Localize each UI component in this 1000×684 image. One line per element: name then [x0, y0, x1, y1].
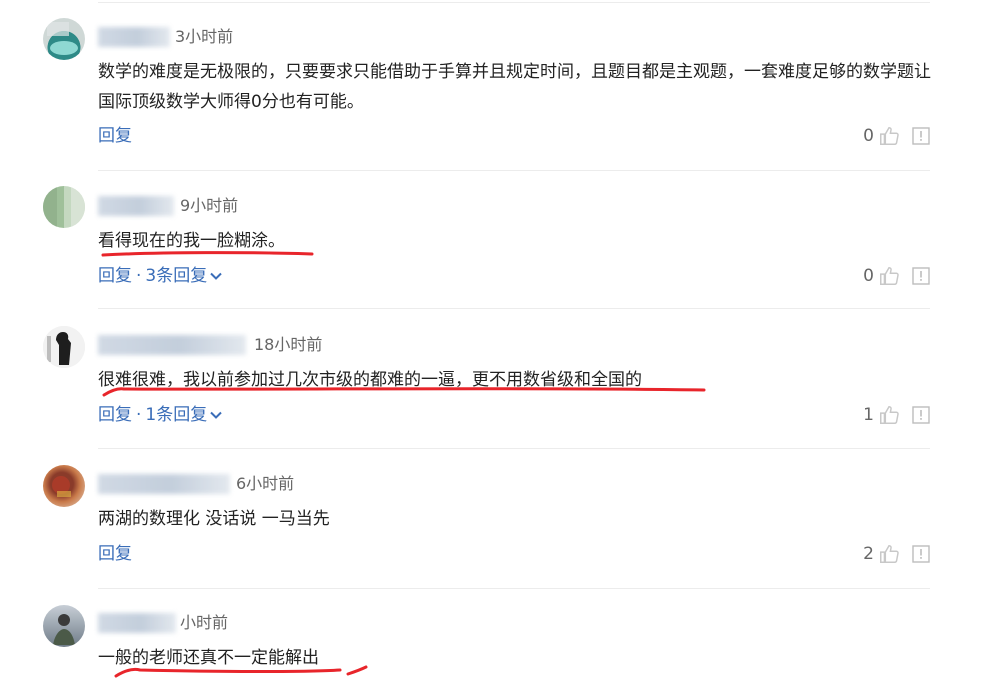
thumbs-up-icon[interactable] — [878, 125, 900, 147]
like-count: 2 — [863, 544, 874, 564]
comment-text: 数学的难度是无极限的，只要要求只能借助于手算并且规定时间，且题目都是主观题，一套… — [98, 62, 931, 112]
reply-row: 回复 — [98, 542, 132, 566]
avatar-image — [47, 22, 78, 55]
comment-divider — [98, 448, 930, 449]
avatar-image — [53, 614, 75, 645]
avatar-image — [52, 476, 71, 497]
report-icon[interactable] — [912, 267, 930, 285]
report-icon[interactable] — [912, 127, 930, 145]
username-blurred[interactable] — [98, 474, 230, 494]
thumbs-up-icon[interactable] — [878, 265, 900, 287]
comment-time: 9小时前 — [180, 196, 239, 215]
comment-text: 很难很难，我以前参加过几次市级的都难的一逼，更不用数省级和全国的 — [98, 370, 642, 390]
comment-text: 看得现在的我一脸糊涂。 — [98, 231, 285, 251]
like-count: 0 — [863, 266, 874, 286]
comment-time: 18小时前 — [254, 335, 323, 354]
reply-button[interactable]: 回复 — [98, 124, 132, 148]
report-icon[interactable] — [912, 545, 930, 563]
reply-row: 回复 · 3条回复 — [98, 264, 223, 288]
username-blurred[interactable] — [98, 613, 176, 633]
reply-row: 回复 · 1条回复 — [98, 403, 223, 427]
chevron-down-icon[interactable] — [209, 408, 223, 422]
reply-row: 回复 — [98, 124, 132, 148]
username-blurred[interactable] — [98, 27, 170, 47]
comment-divider — [98, 170, 930, 171]
chevron-down-icon[interactable] — [209, 269, 223, 283]
comment-time: 3小时前 — [175, 27, 234, 46]
username-blurred[interactable] — [98, 335, 246, 355]
like-count: 0 — [863, 126, 874, 146]
comment-text: 一般的老师还真不一定能解出 — [98, 648, 319, 668]
avatar[interactable] — [43, 465, 85, 507]
avatar[interactable] — [43, 326, 85, 368]
like-control[interactable]: 0 — [863, 264, 900, 288]
comment-divider — [98, 588, 930, 589]
comment-divider — [98, 308, 930, 309]
thumbs-up-icon[interactable] — [878, 543, 900, 565]
like-control[interactable]: 1 — [863, 403, 900, 427]
separator-dot: · — [136, 405, 142, 425]
comment-text: 两湖的数理化 没话说 一马当先 — [98, 509, 330, 529]
reply-button[interactable]: 回复 — [98, 403, 132, 427]
avatar[interactable] — [43, 186, 85, 228]
avatar[interactable] — [43, 18, 85, 60]
avatar-image — [43, 326, 85, 368]
comment-time: 小时前 — [180, 613, 229, 632]
thumbs-up-icon[interactable] — [878, 404, 900, 426]
like-control[interactable]: 2 — [863, 542, 900, 566]
top-divider — [98, 2, 930, 3]
like-control[interactable]: 0 — [863, 124, 900, 148]
avatar-image — [43, 186, 85, 228]
like-count: 1 — [863, 405, 874, 425]
username-blurred[interactable] — [98, 196, 174, 216]
avatar[interactable] — [43, 605, 85, 647]
reply-count-link[interactable]: 3条回复 — [145, 264, 207, 288]
reply-count-link[interactable]: 1条回复 — [145, 403, 207, 427]
separator-dot: · — [136, 266, 142, 286]
report-icon[interactable] — [912, 406, 930, 424]
reply-button[interactable]: 回复 — [98, 542, 132, 566]
reply-button[interactable]: 回复 — [98, 264, 132, 288]
comment-time: 6小时前 — [236, 474, 295, 493]
